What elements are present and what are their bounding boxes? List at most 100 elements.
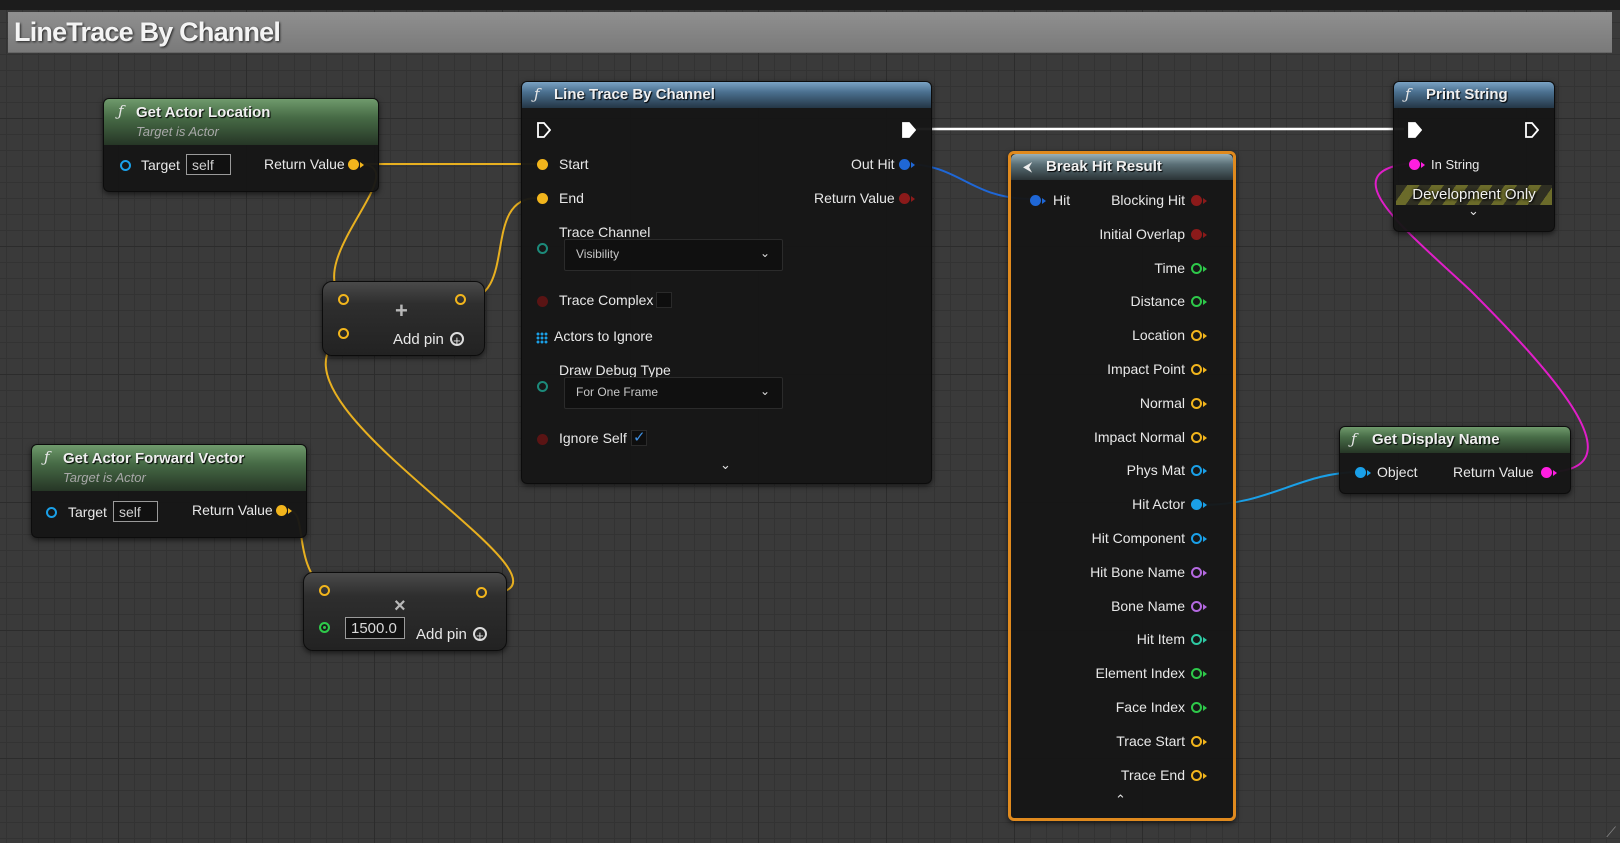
output-pin[interactable]: [1191, 499, 1202, 511]
in-string-pin[interactable]: [1409, 159, 1420, 170]
exec-in-pin[interactable]: [1408, 122, 1422, 138]
ignore-self-pin[interactable]: [537, 434, 548, 445]
add-pin-label: Add pin: [416, 626, 467, 643]
function-icon: ƒ: [44, 448, 50, 466]
chevron-down-icon[interactable]: ⌄: [1468, 203, 1479, 219]
output-label: Trace End: [1120, 766, 1185, 783]
break-hit-output-row: Element Index: [1011, 665, 1227, 685]
pin-arrow: [1203, 569, 1207, 576]
node-break-hit-result[interactable]: ⮜ Break Hit Result Hit Blocking Hit Initi…: [1008, 151, 1236, 821]
exec-out-pin[interactable]: [902, 122, 916, 138]
output-pin[interactable]: [1191, 228, 1202, 240]
node-get-actor-location[interactable]: ƒ Get Actor Location Target is Actor Tar…: [103, 98, 379, 192]
output-label: Trace Start: [1116, 732, 1185, 749]
output-pin[interactable]: [1191, 634, 1202, 646]
start-pin[interactable]: [537, 159, 548, 170]
output-pin[interactable]: [1191, 769, 1202, 781]
return-value-pin[interactable]: [899, 193, 910, 204]
output-pin[interactable]: [1191, 465, 1202, 477]
add-pin-button[interactable]: Add pin +: [416, 626, 487, 643]
chevron-down-icon[interactable]: ⌄: [720, 457, 731, 473]
add-output-pin[interactable]: [455, 294, 466, 305]
resize-handle-icon[interactable]: ⟋: [1606, 824, 1616, 841]
draw-debug-type-label: Draw Debug Type: [559, 362, 671, 378]
trace-channel-dropdown[interactable]: Visibility ⌄: [564, 239, 783, 271]
trace-complex-pin[interactable]: [537, 296, 548, 307]
in-string-label: In String: [1431, 157, 1480, 172]
exec-in-pin[interactable]: [537, 122, 551, 138]
output-label: Bone Name: [1111, 597, 1185, 614]
pin-arrow: [1203, 231, 1207, 238]
draw-debug-type-pin[interactable]: [537, 381, 548, 392]
multiply-output-pin[interactable]: [476, 587, 487, 598]
break-hit-output-row: Location: [1011, 327, 1227, 347]
node-add-vector[interactable]: + Add pin +: [322, 281, 485, 356]
return-value-pin[interactable]: [1541, 467, 1552, 478]
wire-multiply-to-add[interactable]: [324, 333, 515, 595]
return-value-pin[interactable]: [276, 505, 287, 516]
node-get-display-name[interactable]: ƒ Get Display Name Object Return Value: [1339, 426, 1571, 494]
output-label: Element Index: [1095, 665, 1186, 682]
output-pin[interactable]: [1191, 296, 1202, 308]
checkmark-icon: ✓: [633, 429, 646, 446]
multiply-input-b-pin[interactable]: [319, 622, 330, 633]
pin-arrow: [1421, 162, 1425, 168]
pin-arrow: [1203, 333, 1207, 340]
pin-arrow: [1203, 434, 1207, 441]
target-pin[interactable]: [46, 507, 57, 518]
chevron-up-icon[interactable]: ⌃: [1115, 792, 1126, 808]
add-input-a-pin[interactable]: [338, 294, 349, 305]
node-get-actor-forward-vector[interactable]: ƒ Get Actor Forward Vector Target is Act…: [31, 444, 307, 538]
dropdown-value: Visibility: [576, 247, 620, 261]
object-pin[interactable]: [1355, 467, 1366, 478]
add-pin-button[interactable]: Add pin +: [393, 331, 464, 348]
end-pin[interactable]: [537, 193, 548, 204]
return-value-pin[interactable]: [348, 159, 359, 170]
node-print-string[interactable]: ƒ Print String In String Development Onl…: [1393, 81, 1555, 232]
multiply-float-input[interactable]: 1500.0: [345, 617, 405, 639]
output-label: Impact Normal: [1093, 428, 1185, 445]
trace-complex-checkbox[interactable]: [656, 292, 672, 308]
output-pin[interactable]: [1191, 195, 1202, 206]
output-pin[interactable]: [1191, 397, 1202, 409]
exec-out-pin[interactable]: [1525, 122, 1539, 138]
ignore-self-checkbox[interactable]: ✓: [631, 429, 647, 446]
break-hit-output-row: Hit Component: [1011, 530, 1227, 550]
target-self-field[interactable]: self: [186, 154, 231, 175]
break-hit-output-row: Impact Point: [1011, 361, 1227, 381]
pin-arrow: [1203, 637, 1207, 644]
output-pin[interactable]: [1191, 533, 1202, 544]
pin-arrow: [1203, 603, 1207, 610]
break-struct-icon: ⮜: [1023, 159, 1033, 174]
node-line-trace-by-channel[interactable]: ƒ Line Trace By Channel Start Out Hit En…: [521, 81, 932, 484]
target-self-field[interactable]: self: [113, 501, 158, 522]
output-pin[interactable]: [1191, 600, 1202, 612]
array-grid-icon[interactable]: [536, 332, 548, 344]
pin-arrow: [360, 162, 364, 168]
output-label: Initial Overlap: [1099, 225, 1185, 242]
output-label: Hit Actor: [1132, 496, 1185, 513]
output-label: Distance: [1130, 293, 1185, 310]
add-input-b-pin[interactable]: [338, 328, 349, 339]
pin-arrow: [1203, 400, 1207, 407]
output-pin[interactable]: [1191, 735, 1202, 747]
output-pin[interactable]: [1191, 262, 1202, 274]
start-label: Start: [559, 156, 589, 172]
output-pin[interactable]: [1191, 702, 1202, 713]
draw-debug-type-dropdown[interactable]: For One Frame ⌄: [564, 377, 783, 409]
output-pin[interactable]: [1191, 330, 1202, 342]
trace-channel-pin[interactable]: [537, 243, 548, 254]
target-pin[interactable]: [120, 160, 131, 171]
node-multiply-vector-float[interactable]: × 1500.0 Add pin +: [303, 572, 507, 651]
multiply-input-a-pin[interactable]: [319, 585, 330, 596]
out-hit-pin[interactable]: [899, 159, 910, 170]
blueprint-graph-canvas[interactable]: LineTrace By Channel ƒ Get Actor Locatio…: [0, 0, 1620, 843]
chevron-down-icon: ⌄: [759, 246, 770, 260]
output-pin[interactable]: [1191, 566, 1202, 578]
break-hit-output-row: Trace Start: [1011, 733, 1227, 753]
output-pin[interactable]: [1191, 668, 1202, 680]
chevron-down-icon: ⌄: [759, 384, 770, 398]
output-pin[interactable]: [1191, 364, 1202, 375]
output-pin[interactable]: [1191, 431, 1202, 443]
output-label: Face Index: [1115, 699, 1185, 715]
